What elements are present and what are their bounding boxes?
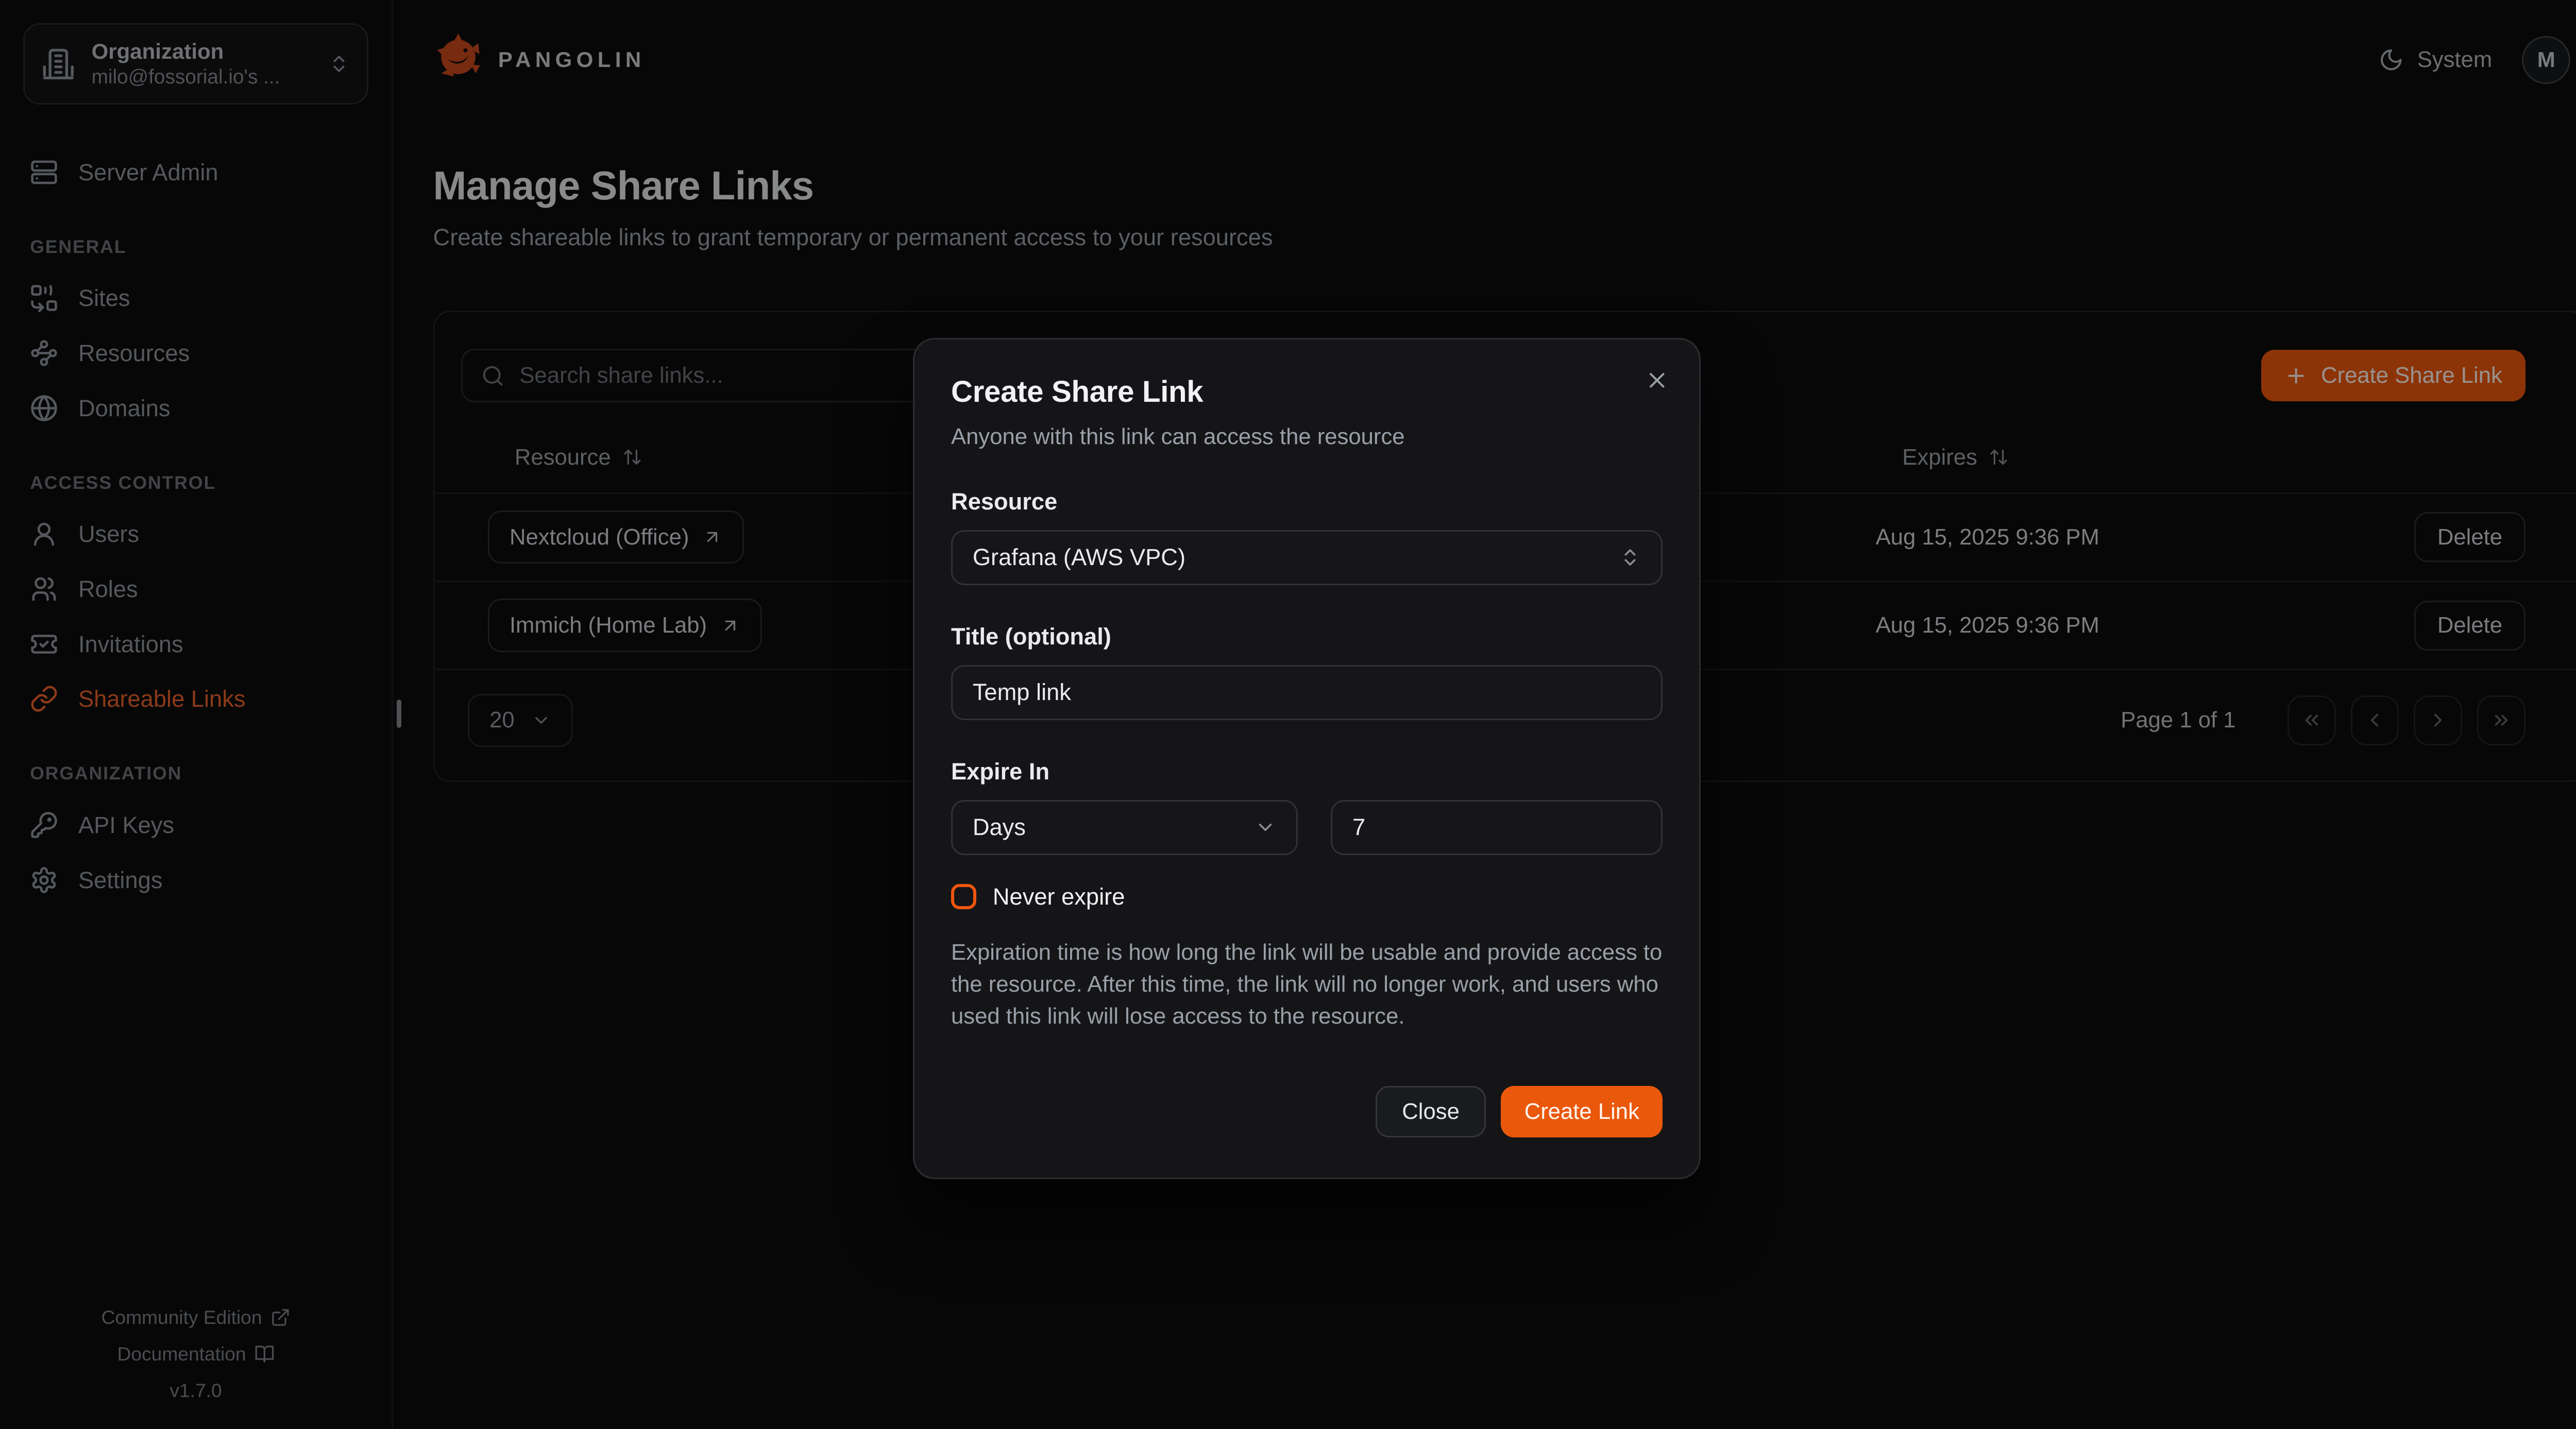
resource-select-value: Grafana (AWS VPC) [973, 544, 1185, 571]
title-field-label: Title (optional) [951, 623, 1663, 650]
never-expire-row[interactable]: Never expire [951, 883, 1663, 910]
create-link-button[interactable]: Create Link [1501, 1086, 1663, 1137]
expire-in-label: Expire In [951, 758, 1663, 785]
expire-unit-value: Days [973, 814, 1026, 841]
title-input-value: Temp link [973, 679, 1071, 706]
create-share-link-modal: Create Share Link Anyone with this link … [913, 338, 1701, 1179]
modal-subtitle: Anyone with this link can access the res… [951, 424, 1663, 450]
expire-row: Days 7 [951, 800, 1663, 855]
close-icon[interactable] [1641, 365, 1672, 396]
modal-actions: Close Create Link [951, 1086, 1663, 1137]
expire-unit-select[interactable]: Days [951, 800, 1298, 855]
resource-field-label: Resource [951, 488, 1663, 515]
never-expire-label: Never expire [993, 883, 1125, 910]
close-button[interactable]: Close [1376, 1086, 1486, 1137]
title-input[interactable]: Temp link [951, 665, 1663, 720]
never-expire-checkbox[interactable] [951, 884, 976, 909]
expire-value: 7 [1352, 814, 1365, 841]
chevron-down-icon [1255, 816, 1276, 838]
expiration-description: Expiration time is how long the link wil… [951, 937, 1663, 1032]
app-root: Organization milo@fossorial.io's ... Ser… [0, 0, 2576, 1429]
resource-select[interactable]: Grafana (AWS VPC) [951, 530, 1663, 585]
chevrons-up-down-icon [1619, 547, 1641, 568]
expire-value-input[interactable]: 7 [1331, 800, 1663, 855]
modal-title: Create Share Link [951, 375, 1663, 409]
